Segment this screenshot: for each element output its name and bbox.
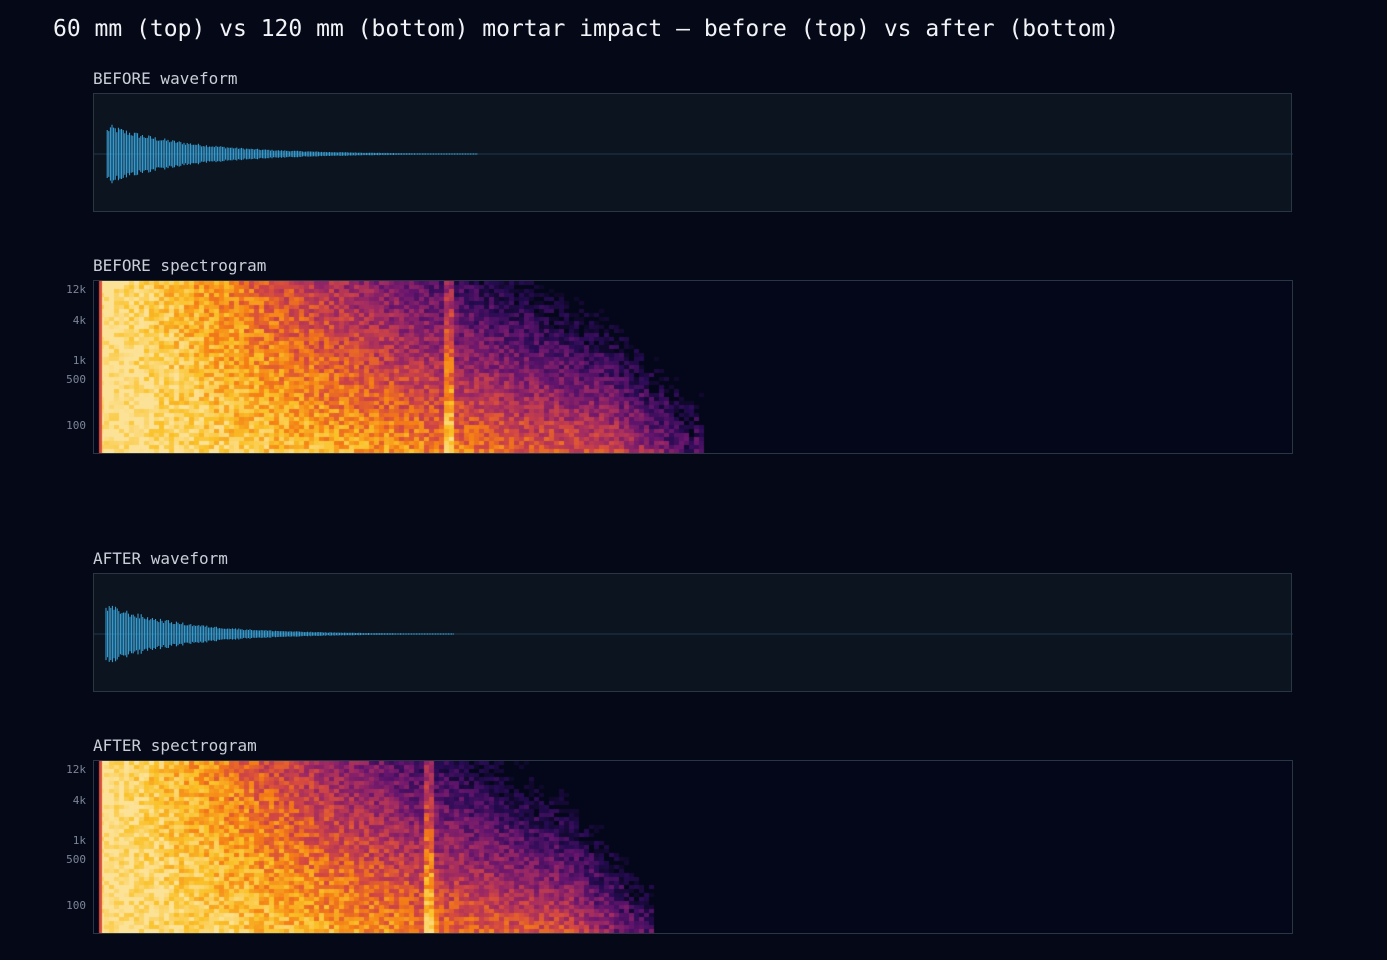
before-spectrogram-label: BEFORE spectrogram (93, 256, 267, 275)
before-spectrogram-ytick: 1k (72, 354, 86, 367)
after-spectrogram-label: AFTER spectrogram (93, 736, 257, 755)
before-waveform-label: BEFORE waveform (93, 69, 238, 88)
before-spectrogram-panel (93, 280, 1293, 454)
after-spectrogram-ytick: 100 (66, 899, 86, 912)
after-waveform-panel (93, 573, 1293, 692)
chart-title: 60 mm (top) vs 120 mm (bottom) mortar im… (53, 16, 1120, 42)
before-spectrogram-image (94, 281, 1292, 453)
after-waveform-label: AFTER waveform (93, 549, 228, 568)
after-spectrogram-image (94, 761, 1292, 933)
before-spectrogram-ytick: 4k (72, 314, 86, 327)
before-spectrogram-ytick: 12k (66, 283, 86, 296)
after-waveform-svg (94, 605, 1293, 663)
before-spectrogram-ytick: 500 (66, 373, 86, 386)
before-waveform-svg (94, 124, 1293, 184)
before-spectrogram-ytick: 100 (66, 419, 86, 432)
after-spectrogram-ytick: 500 (66, 853, 86, 866)
after-spectrogram-ytick: 4k (72, 794, 86, 807)
after-spectrogram-ytick: 12k (66, 763, 86, 776)
after-spectrogram-panel (93, 760, 1293, 934)
before-waveform-panel (93, 93, 1293, 212)
after-spectrogram-ytick: 1k (72, 834, 86, 847)
